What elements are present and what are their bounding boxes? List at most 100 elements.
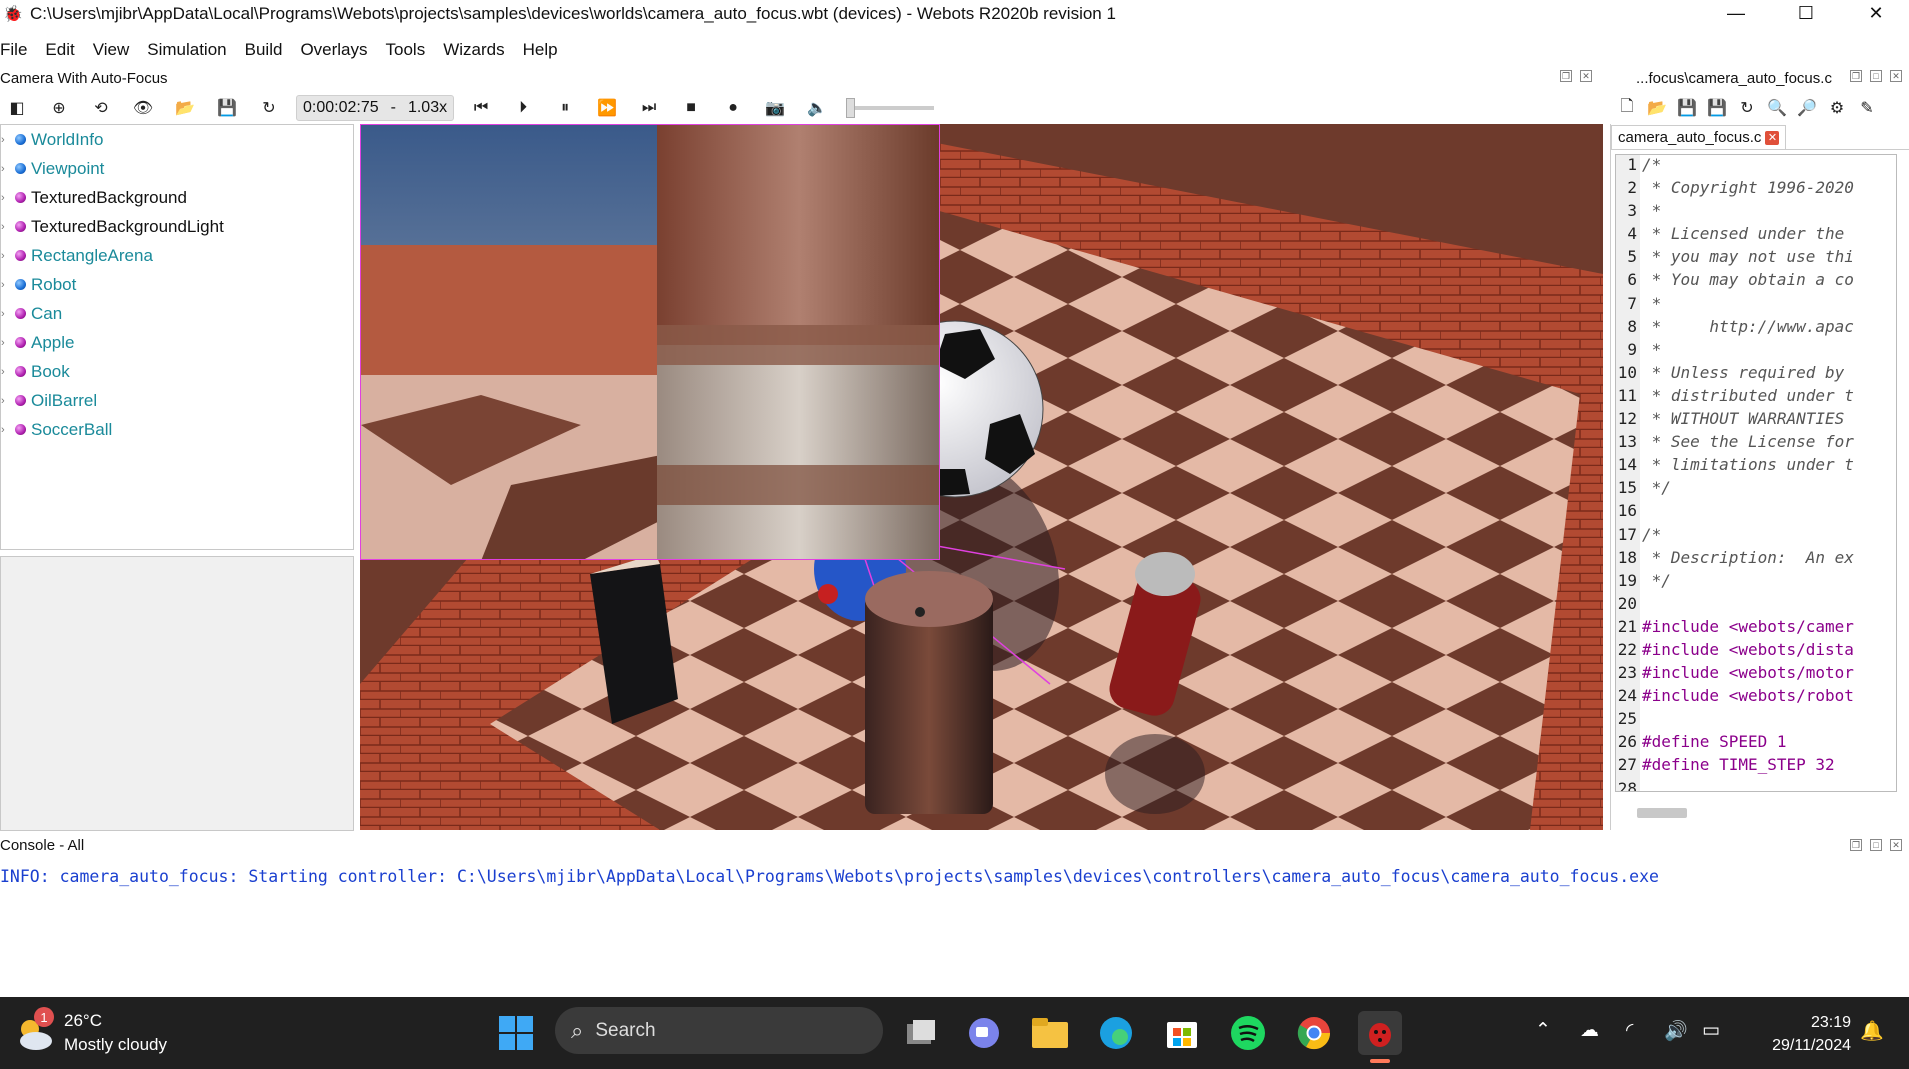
wifi-icon[interactable]: ◜: [1626, 1019, 1633, 1042]
save-world-icon[interactable]: 💾: [212, 94, 242, 122]
menu-build[interactable]: Build: [245, 40, 283, 60]
tree-item[interactable]: › Book: [1, 357, 353, 386]
tree-item[interactable]: › Robot: [1, 270, 353, 299]
fast-icon[interactable]: ⏭: [634, 94, 664, 122]
sound-icon[interactable]: 🔈: [802, 94, 832, 122]
reset-world-icon[interactable]: ↻: [254, 94, 284, 122]
expand-arrow-icon[interactable]: ›: [1, 395, 5, 407]
onedrive-icon[interactable]: ☁: [1580, 1019, 1599, 1042]
start-windows-icon[interactable]: [494, 1011, 538, 1055]
tab-camera-auto-focus[interactable]: camera_auto_focus.c ✕: [1611, 125, 1787, 149]
menu-tools[interactable]: Tools: [386, 40, 426, 60]
window-title: C:\Users\mjibr\AppData\Local\Programs\We…: [30, 3, 1116, 23]
run-icon[interactable]: ⏩: [592, 94, 622, 122]
menu-view[interactable]: View: [93, 40, 130, 60]
stop-record-icon[interactable]: ■: [676, 94, 706, 122]
revert-icon[interactable]: ↻: [1732, 94, 1762, 122]
edge-browser-icon[interactable]: [1094, 1011, 1138, 1055]
expand-arrow-icon[interactable]: ›: [1, 250, 5, 262]
tree-item[interactable]: › TexturedBackground: [1, 183, 353, 212]
console-message: INFO: camera_auto_focus: Starting contro…: [0, 867, 1659, 886]
tree-item[interactable]: › WorldInfo: [1, 125, 353, 154]
weather-widget[interactable]: 1 26°C Mostly cloudy: [14, 1007, 167, 1057]
record-icon[interactable]: ●: [718, 94, 748, 122]
toggle-scene-tree-icon[interactable]: ◧: [2, 94, 32, 122]
spotify-icon[interactable]: [1226, 1011, 1270, 1055]
maximize-icon[interactable]: □: [1870, 839, 1882, 851]
panel-close-icon[interactable]: ✕: [1890, 70, 1902, 82]
expand-arrow-icon[interactable]: ›: [1, 308, 5, 320]
microsoft-store-icon[interactable]: [1160, 1011, 1204, 1055]
battery-icon[interactable]: ▭: [1702, 1019, 1720, 1042]
save-as-icon[interactable]: 💾: [1702, 94, 1732, 122]
tree-item[interactable]: › SoccerBall: [1, 415, 353, 444]
chrome-icon[interactable]: [1292, 1011, 1336, 1055]
webots-app-icon[interactable]: [1358, 1011, 1402, 1055]
maximize-icon[interactable]: □: [1870, 70, 1882, 82]
close-tab-icon[interactable]: ✕: [1765, 130, 1780, 145]
field-editor-panel: [0, 556, 354, 831]
panel-close-icon[interactable]: ✕: [1890, 839, 1902, 851]
screenshot-icon[interactable]: 📷: [760, 94, 790, 122]
horizontal-scrollbar[interactable]: [1637, 808, 1687, 818]
find-icon[interactable]: 🔍: [1762, 94, 1792, 122]
replace-icon[interactable]: 🔎: [1792, 94, 1822, 122]
expand-arrow-icon[interactable]: ›: [1, 279, 5, 291]
close-button[interactable]: ✕: [1841, 0, 1909, 27]
menu-edit[interactable]: Edit: [45, 40, 74, 60]
expand-arrow-icon[interactable]: ›: [1, 192, 5, 204]
maximize-button[interactable]: ☐: [1771, 0, 1841, 27]
float-icon[interactable]: ❐: [1850, 70, 1862, 82]
teams-chat-icon[interactable]: [962, 1011, 1006, 1055]
tree-item[interactable]: › TexturedBackgroundLight: [1, 212, 353, 241]
menu-file[interactable]: File: [0, 40, 27, 60]
minimize-button[interactable]: —: [1701, 0, 1771, 27]
open-world-icon[interactable]: 📂: [170, 94, 200, 122]
file-explorer-icon[interactable]: [1028, 1011, 1072, 1055]
save-file-icon[interactable]: 💾: [1672, 94, 1702, 122]
step-back-icon[interactable]: ⏮: [466, 94, 496, 122]
float-icon[interactable]: ❐: [1560, 70, 1572, 82]
menu-wizards[interactable]: Wizards: [443, 40, 504, 60]
new-file-icon[interactable]: 🗋: [1612, 94, 1642, 122]
menu-help[interactable]: Help: [523, 40, 558, 60]
expand-arrow-icon[interactable]: ›: [1, 337, 5, 349]
tree-item[interactable]: › Apple: [1, 328, 353, 357]
clock[interactable]: 23:19 29/11/2024: [1772, 1011, 1851, 1057]
volume-slider[interactable]: [846, 98, 935, 118]
taskbar-search[interactable]: ⌕ Search: [555, 1007, 883, 1054]
volume-knob[interactable]: [846, 98, 856, 118]
code-area[interactable]: 1/* 2 * Copyright 1996-2020 3 * 4 * License…: [1615, 154, 1897, 792]
camera-overlay[interactable]: [360, 124, 940, 560]
expand-arrow-icon[interactable]: ›: [1, 163, 5, 175]
pause-icon[interactable]: ⏸: [550, 94, 580, 122]
3d-viewport[interactable]: [360, 124, 1603, 830]
reload-icon[interactable]: ⟲: [86, 94, 116, 122]
task-view-icon[interactable]: [898, 1011, 942, 1055]
code-line: 12 * WITHOUT WARRANTIES: [1616, 409, 1896, 433]
build-icon[interactable]: ⚙: [1822, 94, 1852, 122]
expand-arrow-icon[interactable]: ›: [1, 424, 5, 436]
add-node-icon[interactable]: ⊕: [44, 94, 74, 122]
open-file-icon[interactable]: 📂: [1642, 94, 1672, 122]
code-text: */: [1642, 570, 1671, 590]
menu-simulation[interactable]: Simulation: [147, 40, 226, 60]
tree-item[interactable]: › Can: [1, 299, 353, 328]
tree-item-label: Book: [31, 361, 70, 381]
float-icon[interactable]: ❐: [1850, 839, 1862, 851]
expand-arrow-icon[interactable]: ›: [1, 134, 5, 146]
console-output[interactable]: INFO: camera_auto_focus: Starting contro…: [0, 856, 1909, 996]
tree-item[interactable]: › OilBarrel: [1, 386, 353, 415]
step-icon[interactable]: ⏵: [508, 94, 538, 122]
expand-arrow-icon[interactable]: ›: [1, 221, 5, 233]
clean-icon[interactable]: ✎: [1852, 94, 1882, 122]
show-hidden-icons-icon[interactable]: ⌃: [1535, 1019, 1551, 1042]
tree-item[interactable]: › Viewpoint: [1, 154, 353, 183]
expand-arrow-icon[interactable]: ›: [1, 366, 5, 378]
menu-overlays[interactable]: Overlays: [300, 40, 367, 60]
tree-item[interactable]: › RectangleArena: [1, 241, 353, 270]
notifications-icon[interactable]: 🔔: [1860, 1019, 1884, 1043]
panel-close-icon[interactable]: ✕: [1580, 70, 1592, 82]
volume-icon[interactable]: 🔊: [1664, 1019, 1688, 1043]
view-eye-icon[interactable]: 👁: [128, 94, 158, 122]
